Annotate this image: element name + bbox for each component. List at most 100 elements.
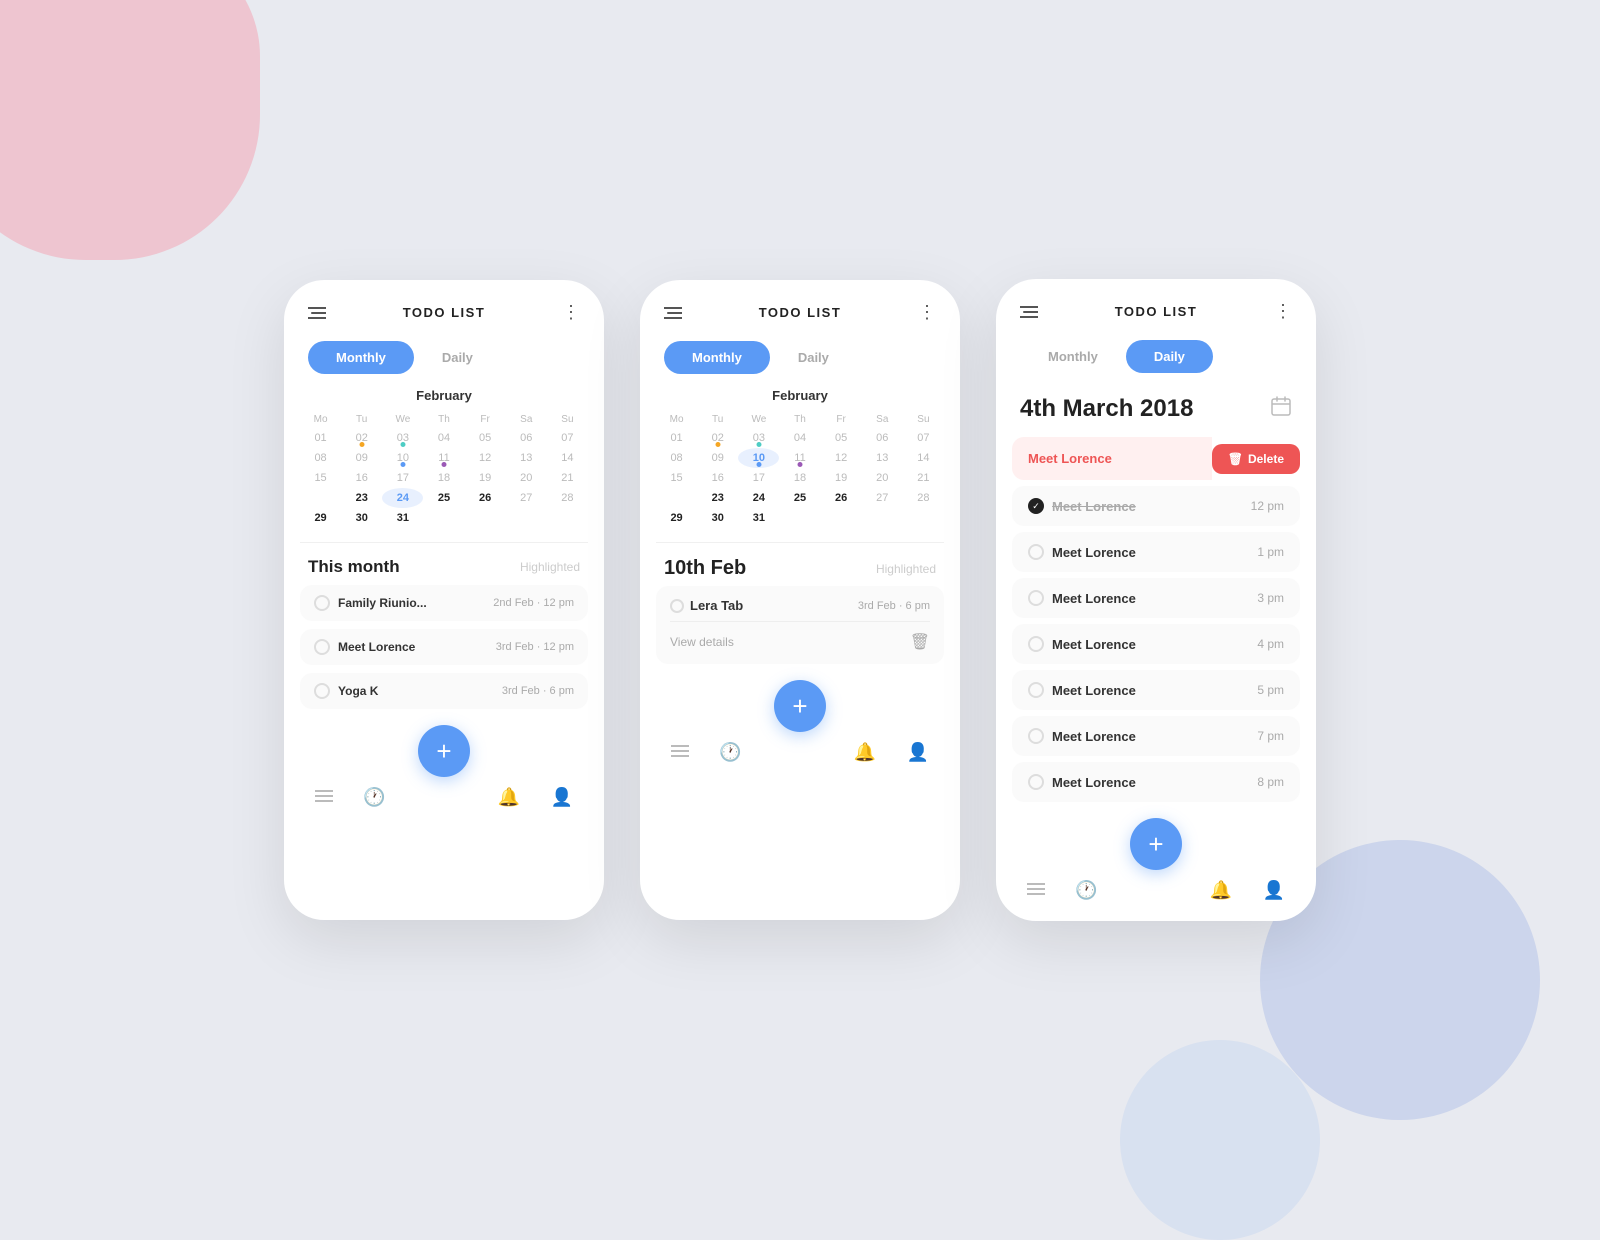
daily-task-item[interactable]: Meet Lorence 3 pm bbox=[1012, 578, 1300, 618]
task-item[interactable]: Meet Lorence 3rd Feb · 12 pm bbox=[300, 629, 588, 665]
daily-task-item[interactable]: Meet Lorence 8 pm bbox=[1012, 762, 1300, 802]
bottom-nav: 🕐 🔔 👤 bbox=[640, 732, 960, 783]
highlighted-label: Highlighted bbox=[520, 560, 580, 574]
divider bbox=[656, 542, 944, 543]
cal-day[interactable]: 11 bbox=[423, 448, 464, 468]
fab-add-button[interactable]: + bbox=[774, 680, 826, 732]
event-name: Lera Tab bbox=[690, 598, 743, 613]
daily-tab[interactable]: Daily bbox=[414, 341, 501, 374]
cal-day[interactable]: 13 bbox=[506, 448, 547, 468]
task-item[interactable]: Family Riunio... 2nd Feb · 12 pm bbox=[300, 585, 588, 621]
more-icon[interactable]: ⋮ bbox=[1274, 301, 1292, 322]
cal-day[interactable]: 01 bbox=[300, 428, 341, 448]
nav-user-icon[interactable]: 👤 bbox=[906, 742, 928, 763]
task-circle bbox=[314, 595, 330, 611]
fab-add-button[interactable]: + bbox=[1130, 818, 1182, 870]
cal-day[interactable]: 26 bbox=[465, 488, 506, 508]
cal-day[interactable]: 19 bbox=[465, 468, 506, 488]
cal-day[interactable]: 31 bbox=[382, 508, 423, 528]
daily-task-item[interactable]: Meet Lorence 7 pm bbox=[1012, 716, 1300, 756]
nav-list-icon[interactable] bbox=[671, 742, 689, 763]
calendar-month: February bbox=[656, 388, 944, 403]
task-circle bbox=[1028, 682, 1044, 698]
task-time: 5 pm bbox=[1257, 683, 1284, 697]
view-details[interactable]: View details bbox=[670, 635, 734, 649]
cal-day[interactable]: 28 bbox=[547, 488, 588, 508]
daily-task-item[interactable]: Meet Lorence 1 pm bbox=[1012, 532, 1300, 572]
task-time: 12 pm bbox=[1251, 499, 1284, 513]
cal-day[interactable]: 29 bbox=[300, 508, 341, 528]
cal-day[interactable]: 02 bbox=[341, 428, 382, 448]
cal-header-tu: Tu bbox=[341, 411, 382, 428]
cal-day[interactable]: 18 bbox=[423, 468, 464, 488]
cal-day[interactable]: 05 bbox=[465, 428, 506, 448]
task-circle bbox=[314, 639, 330, 655]
cal-header-we: We bbox=[382, 411, 423, 428]
more-icon[interactable]: ⋮ bbox=[562, 302, 580, 323]
cal-day[interactable]: 16 bbox=[341, 468, 382, 488]
expanded-event[interactable]: Lera Tab 3rd Feb · 6 pm View details 🗑 bbox=[656, 586, 944, 664]
nav-bell-icon[interactable]: 🔔 bbox=[1210, 880, 1232, 901]
task-name: Meet Lorence bbox=[1052, 637, 1136, 652]
cal-day[interactable]: 20 bbox=[506, 468, 547, 488]
delete-mode-row: Meet Lorence 🗑 Delete bbox=[1012, 437, 1300, 480]
cal-day[interactable]: 27 bbox=[506, 488, 547, 508]
monthly-tab[interactable]: Monthly bbox=[308, 341, 414, 374]
monthly-tab[interactable]: Monthly bbox=[1020, 340, 1126, 373]
screen3-title: TODO LIST bbox=[1115, 304, 1198, 319]
cal-day[interactable]: 08 bbox=[300, 448, 341, 468]
menu-icon[interactable] bbox=[664, 306, 682, 320]
monthly-tab[interactable]: Monthly bbox=[664, 341, 770, 374]
screen3-header: TODO LIST ⋮ bbox=[996, 279, 1316, 332]
cal-day[interactable]: 07 bbox=[547, 428, 588, 448]
task-name: Meet Lorence bbox=[1052, 683, 1136, 698]
cal-day[interactable]: 30 bbox=[341, 508, 382, 528]
cal-day[interactable]: 10 bbox=[382, 448, 423, 468]
nav-clock-icon[interactable]: 🕐 bbox=[719, 742, 741, 763]
nav-user-icon[interactable]: 👤 bbox=[550, 787, 572, 808]
daily-tab[interactable]: Daily bbox=[770, 341, 857, 374]
screen3-toggle: Monthly Daily bbox=[996, 332, 1316, 387]
cal-day[interactable]: 09 bbox=[341, 448, 382, 468]
nav-bell-icon[interactable]: 🔔 bbox=[854, 742, 876, 763]
calendar-icon-button[interactable] bbox=[1270, 395, 1292, 423]
cal-day[interactable]: 23 bbox=[341, 488, 382, 508]
nav-clock-icon[interactable]: 🕐 bbox=[1075, 880, 1097, 901]
cal-day[interactable]: 21 bbox=[547, 468, 588, 488]
nav-bell-icon[interactable]: 🔔 bbox=[498, 787, 520, 808]
nav-user-icon[interactable]: 👤 bbox=[1262, 880, 1284, 901]
cal-day[interactable]: 03 bbox=[382, 428, 423, 448]
task-meta: 2nd Feb · 12 pm bbox=[493, 597, 574, 609]
event-meta: 3rd Feb · 6 pm bbox=[858, 600, 930, 612]
menu-icon[interactable] bbox=[308, 306, 326, 320]
cal-day[interactable]: 12 bbox=[465, 448, 506, 468]
task-circle bbox=[1028, 774, 1044, 790]
cal-day[interactable]: 24 bbox=[382, 488, 423, 508]
daily-task-item[interactable]: Meet Lorence 4 pm bbox=[1012, 624, 1300, 664]
nav-clock-icon[interactable]: 🕐 bbox=[363, 787, 385, 808]
calendar-grid: Mo Tu We Th Fr Sa Su 01 02 03 04 bbox=[300, 411, 588, 528]
nav-list-icon[interactable] bbox=[315, 787, 333, 808]
screen2-header: TODO LIST ⋮ bbox=[640, 280, 960, 333]
divider bbox=[300, 542, 588, 543]
task-name: Meet Lorence bbox=[338, 640, 415, 654]
cal-day[interactable]: 15 bbox=[300, 468, 341, 488]
more-icon[interactable]: ⋮ bbox=[918, 302, 936, 323]
trash-icon[interactable]: 🗑 bbox=[910, 632, 930, 652]
cal-day[interactable]: 17 bbox=[382, 468, 423, 488]
screen3-card: TODO LIST ⋮ Monthly Daily 4th March 2018… bbox=[996, 279, 1316, 921]
cal-day[interactable]: 14 bbox=[547, 448, 588, 468]
daily-tab[interactable]: Daily bbox=[1126, 340, 1213, 373]
task-name: Meet Lorence bbox=[1052, 729, 1136, 744]
daily-task-item[interactable]: Meet Lorence 5 pm bbox=[1012, 670, 1300, 710]
nav-list-icon[interactable] bbox=[1027, 880, 1045, 901]
cal-day[interactable]: 04 bbox=[423, 428, 464, 448]
event-circle bbox=[670, 599, 684, 613]
delete-button[interactable]: 🗑 Delete bbox=[1212, 444, 1300, 474]
daily-task-item[interactable]: ✓ Meet Lorence 12 pm bbox=[1012, 486, 1300, 526]
menu-icon[interactable] bbox=[1020, 305, 1038, 319]
cal-day[interactable]: 06 bbox=[506, 428, 547, 448]
cal-day[interactable]: 25 bbox=[423, 488, 464, 508]
fab-add-button[interactable]: + bbox=[418, 725, 470, 777]
task-item[interactable]: Yoga K 3rd Feb · 6 pm bbox=[300, 673, 588, 709]
